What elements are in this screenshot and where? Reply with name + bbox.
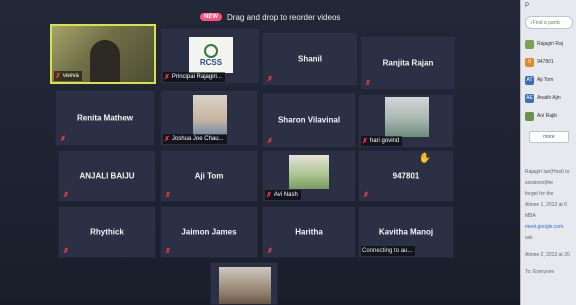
- video-tile-veeva[interactable]: ✗ veeva: [50, 24, 156, 84]
- chat-recipient-select[interactable]: To: Everyone: [521, 267, 576, 278]
- video-tile-hari[interactable]: ✗ hari govind: [358, 94, 454, 148]
- video-tile-avi[interactable]: ✗ Avi Nash: [262, 150, 356, 202]
- muted-mic-icon: ✗: [63, 192, 69, 199]
- muted-mic-icon: ✗: [267, 138, 273, 145]
- participant-name: Jaimon James: [181, 227, 237, 237]
- participant-list-item[interactable]: AE Anakh Ajin: [521, 89, 576, 107]
- participant-name: Renita Mathew: [76, 113, 133, 123]
- participant-video: [219, 267, 271, 304]
- video-tile-principal[interactable]: RCSS ✗ Principal Rajagiri...: [160, 28, 260, 84]
- participant-name-label: ✗ Joshua Joe Chau...: [163, 134, 227, 144]
- participant-name: Ranjita Rajan: [382, 58, 434, 68]
- more-button[interactable]: more: [529, 131, 569, 143]
- participant-list-item[interactable]: 9 947801: [521, 53, 576, 71]
- participant-name: Rhythick: [90, 227, 124, 237]
- avatar: AE: [525, 93, 534, 103]
- muted-mic-icon: ✗: [165, 192, 171, 199]
- participant-video: [289, 155, 329, 189]
- participant-name: Kavitha Manoj: [378, 227, 434, 237]
- participant-list-item[interactable]: Ani Rajib: [521, 107, 576, 125]
- rcss-logo: RCSS: [189, 37, 233, 73]
- muted-mic-icon: ✗: [60, 136, 66, 143]
- video-tile-shanil[interactable]: Shanil ✗: [262, 32, 358, 86]
- video-tile-renita[interactable]: Renita Mathew ✗: [55, 90, 155, 146]
- avatar: [525, 39, 534, 49]
- raised-hand-icon: ✋: [418, 153, 431, 164]
- connecting-audio-status: Connecting to au...: [361, 246, 416, 256]
- participant-list-item[interactable]: AT Aji Tom: [521, 71, 576, 89]
- logo-emblem-icon: [204, 43, 218, 58]
- chat-timestamp: Aimee 2, 2012 at 20: [525, 252, 570, 258]
- video-tile-947801[interactable]: 947801 ✋ ✗: [358, 150, 454, 202]
- video-tile-jaimon[interactable]: Jaimon James ✗: [160, 206, 258, 258]
- muted-mic-icon: ✗: [363, 192, 369, 199]
- participant-name: 947801: [392, 171, 420, 181]
- banner-text: Drag and drop to reorder videos: [227, 12, 341, 22]
- participant-name: Haritha: [295, 227, 323, 237]
- chat-messages: Rajagiri Ian(Host) to sessions(the forge…: [521, 167, 576, 278]
- video-tile-rhythick[interactable]: Rhythick ✗: [58, 206, 156, 258]
- avatar: [525, 111, 534, 121]
- video-gallery: NEW Drag and drop to reorder videos ✗ ve…: [0, 0, 520, 305]
- participant-name: Shanil: [297, 54, 322, 64]
- participant-name: Aji Tom: [194, 171, 224, 181]
- muted-mic-icon: ✗: [164, 74, 170, 81]
- muted-mic-icon: ✗: [267, 248, 273, 255]
- participant-search-input[interactable]: ⌕ Find a partic: [525, 16, 573, 29]
- reorder-banner: NEW Drag and drop to reorder videos: [200, 10, 340, 24]
- new-badge: NEW: [200, 13, 222, 21]
- chat-link[interactable]: meet.google.com: [521, 222, 576, 233]
- participant-photo: [193, 95, 227, 135]
- video-tile-ranjita[interactable]: Ranjita Rajan ✗: [360, 36, 456, 90]
- muted-mic-icon: ✗: [165, 248, 171, 255]
- participant-name-label: ✗ Principal Rajagiri...: [163, 72, 225, 82]
- logo-text: RCSS: [199, 57, 223, 67]
- participant-name: Sharon Vilavinal: [277, 115, 341, 125]
- avatar: 9: [525, 57, 534, 67]
- participant-video: [385, 97, 429, 137]
- muted-mic-icon: ✗: [267, 76, 273, 83]
- video-tile-sharon[interactable]: Sharon Vilavinal ✗: [262, 92, 356, 148]
- participants-chat-panel: P ⌕ Find a partic Rajagiri Raj 9 947801 …: [520, 0, 576, 305]
- video-tile-haritha[interactable]: Haritha ✗: [262, 206, 356, 258]
- muted-mic-icon: ✗: [365, 80, 371, 87]
- participant-name-label: ✗ hari govind: [361, 136, 403, 146]
- participant-name-label: ✗ veeva: [54, 71, 82, 81]
- muted-mic-icon: ✗: [266, 192, 272, 199]
- video-tile-anjali[interactable]: ANJALI BAIJU ✗: [58, 150, 156, 202]
- panel-header: P: [525, 3, 530, 9]
- participant-name-label: ✗ Avi Nash: [265, 190, 301, 200]
- muted-mic-icon: ✗: [164, 136, 170, 143]
- participant-list-item[interactable]: Rajagiri Raj: [521, 35, 576, 53]
- muted-mic-icon: ✗: [63, 248, 69, 255]
- person-silhouette: [90, 40, 120, 82]
- video-tile-kavitha[interactable]: Kavitha Manoj Connecting to au...: [358, 206, 454, 258]
- video-tile-joshua[interactable]: ✗ Joshua Joe Chau...: [160, 90, 258, 146]
- video-tile-partial[interactable]: [210, 262, 278, 305]
- participant-name: ANJALI BAIJU: [79, 171, 135, 181]
- avatar: AT: [525, 75, 534, 85]
- video-tile-aji[interactable]: Aji Tom ✗: [160, 150, 258, 202]
- muted-mic-icon: ✗: [55, 73, 61, 80]
- muted-mic-icon: ✗: [362, 138, 368, 145]
